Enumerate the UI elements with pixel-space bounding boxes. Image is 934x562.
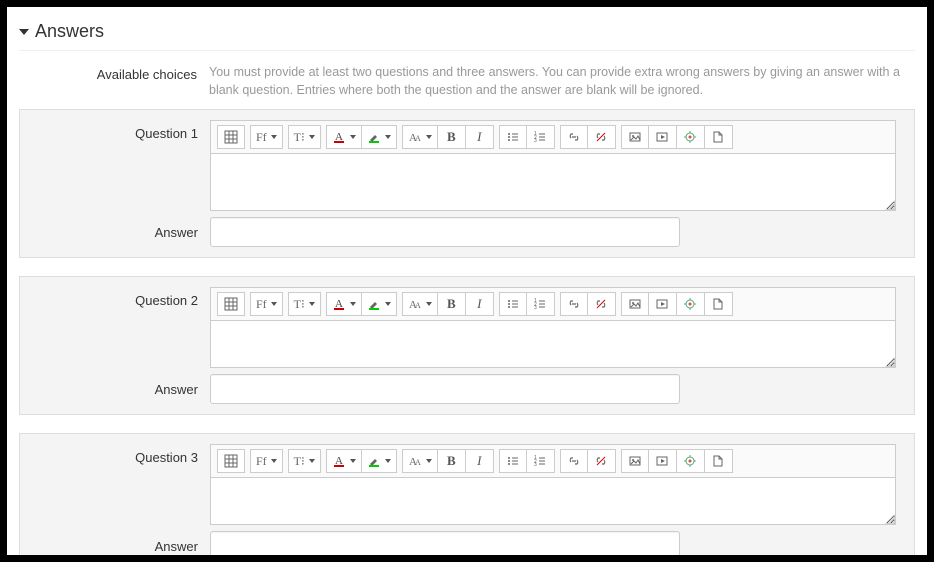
rich-text-editor: Ff T⁝ A AA B I (210, 120, 896, 211)
toolbar-italic-button[interactable]: I (466, 125, 494, 149)
toolbar-image-button[interactable] (621, 449, 649, 473)
toolbar-media-button[interactable] (649, 449, 677, 473)
toolbar-plugin-button[interactable] (677, 449, 705, 473)
toolbar-bold-button[interactable]: B (438, 449, 466, 473)
svg-text:3: 3 (534, 305, 537, 311)
toolbar-grid-icon[interactable] (217, 449, 245, 473)
toolbar-highlight-button[interactable] (362, 449, 397, 473)
toolbar-bullet-list-button[interactable] (499, 125, 527, 149)
toolbar-media-button[interactable] (649, 125, 677, 149)
toolbar-font-size-button[interactable]: T⁝ (288, 125, 321, 149)
toolbar-image-button[interactable] (621, 292, 649, 316)
toolbar-font-color-button[interactable]: A (326, 292, 362, 316)
toolbar-unlink-button[interactable] (588, 125, 616, 149)
toolbar-plugin-button[interactable] (677, 292, 705, 316)
toolbar-highlight-button[interactable] (362, 125, 397, 149)
svg-text:A: A (415, 301, 421, 310)
toolbar-bold-button[interactable]: B (438, 292, 466, 316)
help-text: You must provide at least two questions … (209, 61, 915, 99)
toolbar-grid-icon[interactable] (217, 292, 245, 316)
toolbar-font-size-button[interactable]: T⁝ (288, 449, 321, 473)
question-editor-area[interactable] (210, 320, 896, 368)
toolbar-italic-button[interactable]: I (466, 292, 494, 316)
editor-toolbar: Ff T⁝ A AA B I (210, 444, 896, 477)
answer-input[interactable] (210, 217, 680, 247)
toolbar-link-button[interactable] (560, 125, 588, 149)
editor-toolbar: Ff T⁝ A AA B I (210, 120, 896, 153)
answer-label: Answer (20, 531, 210, 554)
toolbar-bullet-list-button[interactable] (499, 449, 527, 473)
answer-input[interactable] (210, 531, 680, 561)
help-label: Available choices (19, 61, 209, 82)
toolbar-number-list-button[interactable]: 123 (527, 125, 555, 149)
question-label: Question 2 (20, 287, 210, 308)
question-block: Question 1 Ff T⁝ A (19, 109, 915, 258)
svg-text:3: 3 (534, 462, 537, 468)
toolbar-number-list-button[interactable]: 123 (527, 449, 555, 473)
answer-label: Answer (20, 374, 210, 397)
toolbar-paragraph-button[interactable]: AA (402, 449, 438, 473)
svg-text:A: A (415, 458, 421, 467)
svg-text:3: 3 (534, 138, 537, 144)
toolbar-font-size-button[interactable]: T⁝ (288, 292, 321, 316)
toolbar-paragraph-button[interactable]: AA (402, 292, 438, 316)
help-row: Available choices You must provide at le… (19, 61, 915, 99)
toolbar-font-family-button[interactable]: Ff (250, 125, 283, 149)
section-toggle-answers[interactable]: Answers (19, 15, 915, 51)
toolbar-font-family-button[interactable]: Ff (250, 449, 283, 473)
toolbar-font-family-button[interactable]: Ff (250, 292, 283, 316)
toolbar-highlight-button[interactable] (362, 292, 397, 316)
question-label: Question 3 (20, 444, 210, 465)
toolbar-unlink-button[interactable] (588, 449, 616, 473)
toolbar-font-color-button[interactable]: A (326, 449, 362, 473)
answer-label: Answer (20, 217, 210, 240)
rich-text-editor: Ff T⁝ A AA B I (210, 444, 896, 525)
toolbar-file-button[interactable] (705, 292, 733, 316)
rich-text-editor: Ff T⁝ A AA B I (210, 287, 896, 368)
toolbar-grid-icon[interactable] (217, 125, 245, 149)
toolbar-bullet-list-button[interactable] (499, 292, 527, 316)
svg-text:A: A (415, 134, 421, 143)
toolbar-file-button[interactable] (705, 125, 733, 149)
toolbar-plugin-button[interactable] (677, 125, 705, 149)
toolbar-number-list-button[interactable]: 123 (527, 292, 555, 316)
editor-toolbar: Ff T⁝ A AA B I (210, 287, 896, 320)
question-label: Question 1 (20, 120, 210, 141)
toolbar-image-button[interactable] (621, 125, 649, 149)
toolbar-link-button[interactable] (560, 449, 588, 473)
toolbar-bold-button[interactable]: B (438, 125, 466, 149)
question-editor-area[interactable] (210, 477, 896, 525)
question-block: Question 2 Ff T⁝ A (19, 276, 915, 415)
toolbar-font-color-button[interactable]: A (326, 125, 362, 149)
toolbar-file-button[interactable] (705, 449, 733, 473)
toolbar-italic-button[interactable]: I (466, 449, 494, 473)
toolbar-paragraph-button[interactable]: AA (402, 125, 438, 149)
answer-input[interactable] (210, 374, 680, 404)
section-title: Answers (35, 21, 104, 42)
toolbar-media-button[interactable] (649, 292, 677, 316)
question-block: Question 3 Ff T⁝ A (19, 433, 915, 562)
toolbar-unlink-button[interactable] (588, 292, 616, 316)
toolbar-link-button[interactable] (560, 292, 588, 316)
question-editor-area[interactable] (210, 153, 896, 211)
caret-down-icon (19, 29, 29, 35)
